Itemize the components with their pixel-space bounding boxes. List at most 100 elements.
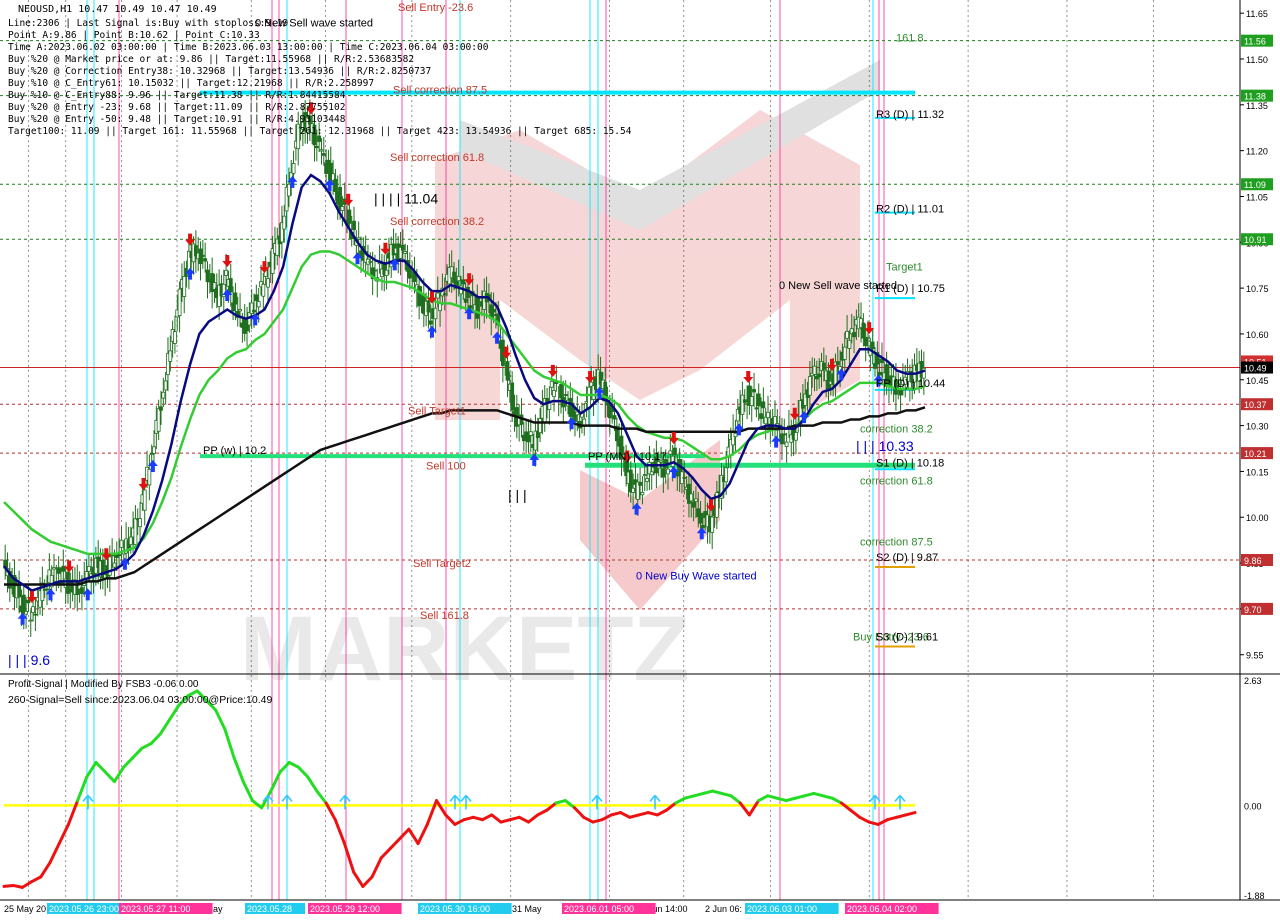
candle-body	[159, 406, 163, 411]
candle-body	[691, 501, 696, 508]
level-label: Sell correction 61.8	[390, 152, 484, 164]
candle-body	[52, 567, 56, 570]
candle-body	[356, 237, 361, 240]
level-label: Sell 100	[426, 460, 466, 472]
candle-body	[368, 260, 373, 263]
y-tick-label: 10.00	[1246, 513, 1269, 523]
candle-body	[631, 487, 636, 493]
candle-body	[384, 269, 389, 276]
level-label: S2 (D) | 9.87	[876, 552, 938, 564]
candle-body	[442, 293, 447, 296]
candle-body	[33, 613, 38, 616]
price-tag: 9.86	[1241, 554, 1273, 567]
price-tag-label: 11.38	[1244, 92, 1266, 102]
candle-body	[152, 446, 156, 454]
indicator-tick-label: 2.63	[1244, 676, 1262, 686]
candle-body	[266, 278, 270, 288]
info-line-8: Buy %20 @ Entry -23: 9.68 || Target:11.0…	[8, 102, 345, 113]
candle-body	[835, 361, 840, 366]
price-tag-label: 10.37	[1244, 400, 1267, 410]
candle-body	[252, 309, 256, 313]
candle-body	[282, 215, 287, 230]
candle-body	[763, 416, 768, 425]
candle-body	[852, 332, 856, 338]
price-tag: 11.38	[1241, 89, 1273, 102]
candle-body	[17, 584, 22, 598]
candle-body	[898, 389, 903, 396]
candle-body	[224, 269, 229, 276]
candle-body	[417, 285, 422, 307]
candle-body	[528, 431, 533, 436]
price-tag: 11.09	[1241, 178, 1273, 191]
candle-body	[698, 512, 703, 524]
level-label: Sell correction 38.2	[390, 216, 484, 228]
candle-body	[161, 391, 166, 399]
candle-body	[128, 536, 133, 546]
candle-body	[173, 331, 177, 344]
candle-body	[400, 244, 405, 251]
candle-body	[563, 394, 568, 396]
candle-body	[31, 606, 35, 613]
candle-body	[119, 539, 124, 548]
candle-body	[456, 275, 461, 282]
level-label: Target1	[886, 262, 923, 274]
chart-root: MARKETZ Sell Entry -23.6 0 New Sell wave …	[0, 0, 1280, 920]
y-tick-label: 11.05	[1246, 192, 1268, 202]
candle-body	[642, 474, 647, 476]
candle-body	[526, 435, 531, 443]
candle-body	[612, 415, 617, 420]
level-label: | | | | 11.04	[374, 191, 438, 207]
info-line-4: Buy %20 @ Market price or at: 9.86 || Ta…	[8, 54, 414, 65]
y-tick-label: 9.55	[1246, 651, 1264, 661]
candle-body	[640, 492, 645, 496]
indicator-subtitle: 260-Signal=Sell since:2023.06.04 03:00:0…	[8, 694, 272, 706]
candle-body	[168, 350, 173, 362]
candle-body	[177, 288, 182, 317]
candle-body	[256, 301, 261, 308]
x-highlight-text: 2023.05.30 16:00	[420, 904, 490, 914]
candle-body	[233, 292, 238, 305]
candle-body	[200, 254, 205, 257]
level-label: 0 New Buy Wave started	[636, 570, 757, 582]
x-highlight-label: 2023.05.28	[245, 903, 305, 914]
candle-body	[373, 269, 377, 272]
x-highlight-label: 2023.06.01 05:00	[562, 903, 656, 914]
price-tag: 10.37	[1241, 398, 1273, 411]
candle-body	[505, 361, 510, 381]
candle-body	[710, 516, 715, 533]
candle-body	[724, 467, 729, 483]
level-label: 161.8	[896, 33, 924, 45]
candle-body	[138, 518, 142, 528]
candle-body	[756, 393, 761, 407]
info-line-3: Time A:2023.06.02 03:00:00 | Time B:2023…	[8, 42, 489, 53]
x-tick-label: 25 May 20	[4, 904, 46, 914]
level-label: | | |	[508, 487, 527, 503]
candle-body	[28, 619, 33, 622]
x-highlight-text: 2023.05.28	[247, 904, 292, 914]
candle-body	[435, 292, 440, 299]
y-tick-label: 10.75	[1246, 284, 1269, 294]
candle-body	[203, 258, 208, 262]
candle-body	[45, 588, 49, 591]
x-highlight-label: 2023.05.27 11:00	[119, 903, 213, 914]
candle-body	[433, 307, 438, 320]
x-highlight-label: 2023.06.04 02:00	[845, 903, 939, 914]
x-tick-label: 2 Jun 06:	[705, 904, 742, 914]
candle-body	[766, 411, 770, 419]
level-label: PP (MN) | 10.17	[588, 451, 666, 463]
candle-body	[538, 418, 542, 434]
candle-body	[428, 320, 433, 325]
candle-body	[238, 309, 242, 312]
candle-body	[752, 389, 756, 393]
level-label: Sell Target1	[408, 405, 466, 417]
price-tag: 10.21	[1241, 447, 1273, 460]
candle-body	[754, 407, 759, 410]
level-label: R1 (D) | 10.75	[876, 283, 945, 295]
candle-body	[491, 309, 496, 313]
candle-body	[784, 441, 789, 447]
candle-body	[182, 276, 187, 297]
candle-body	[807, 376, 812, 396]
symbol-line: NEOUSD,H1 10.47 10.49 10.47 10.49	[18, 4, 217, 15]
candle-body	[347, 209, 352, 224]
candle-body	[112, 562, 117, 568]
